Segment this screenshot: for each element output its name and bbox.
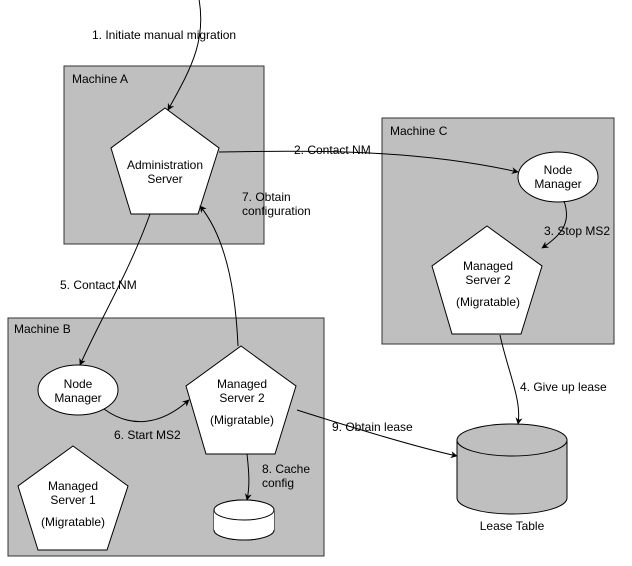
node-manager-c-text: Node Manager [528, 164, 588, 192]
lease-table-shape [457, 424, 567, 514]
step1-label: 1. Initiate manual migration [92, 28, 236, 42]
managed-server-1-mig: (Migratable) [30, 516, 116, 530]
admin-server-text: Administration Server [120, 159, 210, 187]
step3-label: 3. Stop MS2 [544, 224, 610, 238]
managed-server-2b-mig: (Migratable) [200, 414, 284, 428]
machine-c-label: Machine C [390, 124, 447, 138]
machine-b-label: Machine B [14, 322, 71, 336]
step4-label: 4. Give up lease [520, 380, 607, 394]
step7-label: 7. Obtain configuration [242, 190, 311, 218]
step6-label: 6. Start MS2 [114, 428, 181, 442]
lease-table-text: Lease Table [472, 520, 552, 534]
arrow-step4 [500, 335, 519, 424]
managed-server-2b-text: Managed Server 2 [200, 378, 284, 406]
step9-label: 9. Obtain lease [332, 420, 413, 434]
cache-cylinder-shape [214, 500, 274, 540]
machine-a-label: Machine A [72, 72, 128, 86]
step5-label: 5. Contact NM [60, 278, 137, 292]
migration-diagram: Machine A Machine C Machine B Administra… [0, 0, 632, 566]
node-manager-b-text: Node Manager [48, 378, 108, 406]
managed-server-1-text: Managed Server 1 [30, 480, 116, 508]
step8-label: 8. Cache config [262, 462, 310, 490]
step2-label: 2. Contact NM [294, 143, 371, 157]
managed-server-2c-text: Managed Server 2 [446, 260, 530, 288]
managed-server-2c-mig: (Migratable) [446, 296, 530, 310]
